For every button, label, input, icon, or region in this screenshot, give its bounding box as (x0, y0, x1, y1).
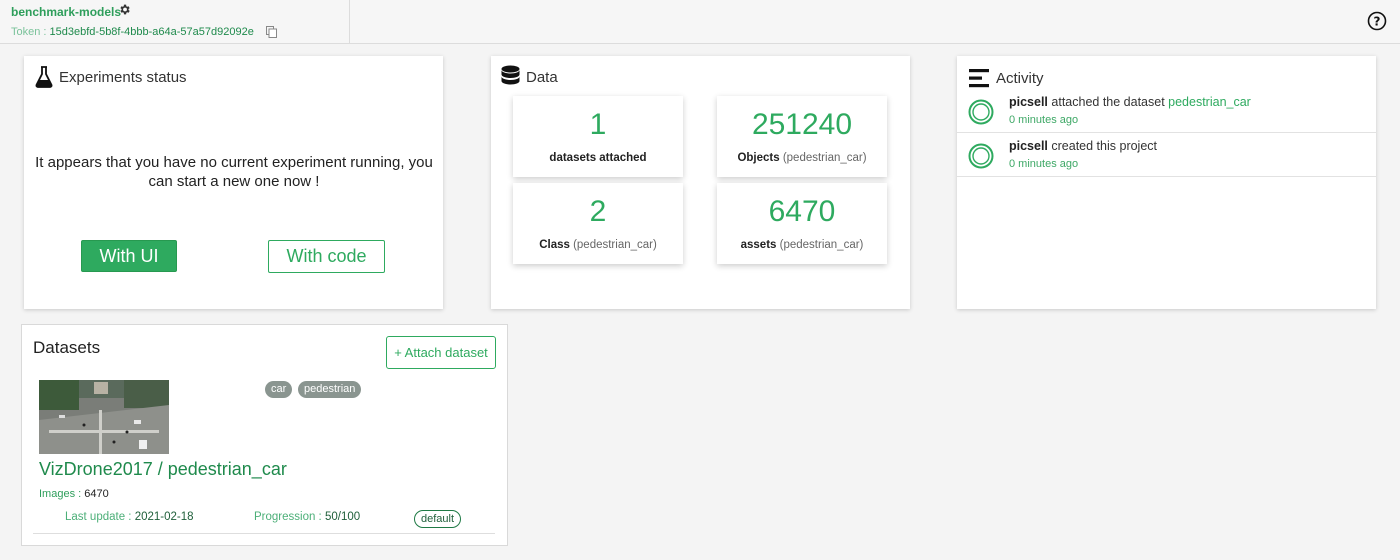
help-icon[interactable]: ? (1367, 11, 1387, 31)
stat-value: 251240 (751, 108, 853, 141)
activity-circle-icon (968, 143, 994, 169)
project-name[interactable]: benchmark-models (11, 5, 121, 19)
stat-assets: 6470 assets (pedestrian_car) (717, 183, 887, 264)
activity-time: 0 minutes ago (1009, 158, 1079, 170)
with-code-button[interactable]: With code (268, 240, 385, 273)
dataset-last-update: Last update : 2021-02-18 (65, 511, 194, 523)
activity-card: Activity picsell attached the dataset pe… (957, 56, 1376, 309)
stat-label: datasets attached (549, 152, 647, 164)
dataset-link[interactable]: pedestrian_car (1168, 95, 1251, 109)
stat-objects: 251240 Objects (pedestrian_car) (717, 96, 887, 177)
stat-classes: 2 Class (pedestrian_car) (513, 183, 683, 264)
activity-list-icon (969, 69, 989, 88)
experiments-title: Experiments status (59, 69, 187, 86)
data-title: Data (526, 69, 558, 86)
stat-value: 2 (589, 195, 607, 228)
attach-dataset-button[interactable]: + Attach dataset (386, 336, 496, 369)
divider (33, 533, 495, 534)
dataset-thumbnail[interactable] (39, 380, 169, 454)
no-experiment-message: It appears that you have no current expe… (35, 154, 433, 190)
activity-time: 0 minutes ago (1009, 114, 1079, 126)
activity-text: picsell created this project (1009, 139, 1158, 153)
svg-text:?: ? (1374, 15, 1381, 29)
stat-label: Objects (pedestrian_car) (737, 152, 867, 164)
activity-item: picsell created this project 0 minutes a… (957, 133, 1376, 177)
tag-car: car (265, 381, 293, 398)
datasets-title: Datasets (33, 338, 101, 357)
stat-label: assets (pedestrian_car) (740, 239, 864, 251)
gear-icon[interactable] (118, 3, 131, 16)
project-header: benchmark-models Token : 15d3ebfd-5b8f-4… (0, 0, 350, 44)
stat-label: Class (pedestrian_car) (539, 239, 657, 251)
dataset-progression: Progression : 50/100 (254, 511, 361, 523)
flask-icon (35, 66, 53, 88)
datasets-card: Datasets + Attach dataset car pedestrian… (21, 324, 508, 546)
token-row: Token : 15d3ebfd-5b8f-4bbb-a64a-57a57d92… (11, 26, 254, 38)
experiments-status-card: Experiments status It appears that you h… (24, 56, 443, 309)
dataset-name-link[interactable]: VizDrone2017 / pedestrian_car (39, 459, 287, 480)
token-value: 15d3ebfd-5b8f-4bbb-a64a-57a57d92092e (49, 26, 254, 38)
stat-value: 6470 (768, 195, 836, 228)
tag-pedestrian: pedestrian (298, 381, 362, 398)
stat-datasets-attached: 1 datasets attached (513, 96, 683, 177)
default-version-badge: default (414, 510, 462, 528)
copy-icon[interactable] (266, 26, 277, 38)
stat-value: 1 (589, 108, 607, 141)
activity-item: picsell attached the dataset pedestrian_… (957, 89, 1376, 133)
activity-circle-icon (968, 99, 994, 125)
database-icon (501, 65, 520, 85)
with-ui-button[interactable]: With UI (81, 240, 177, 272)
token-label: Token : (11, 26, 50, 38)
data-card: Data 1 datasets attached 251240 Objects … (491, 56, 910, 309)
activity-text: picsell attached the dataset pedestrian_… (1009, 95, 1251, 109)
dataset-images-count: Images : 6470 (39, 488, 109, 500)
top-bar: benchmark-models Token : 15d3ebfd-5b8f-4… (0, 0, 1400, 44)
activity-title: Activity (996, 70, 1044, 87)
